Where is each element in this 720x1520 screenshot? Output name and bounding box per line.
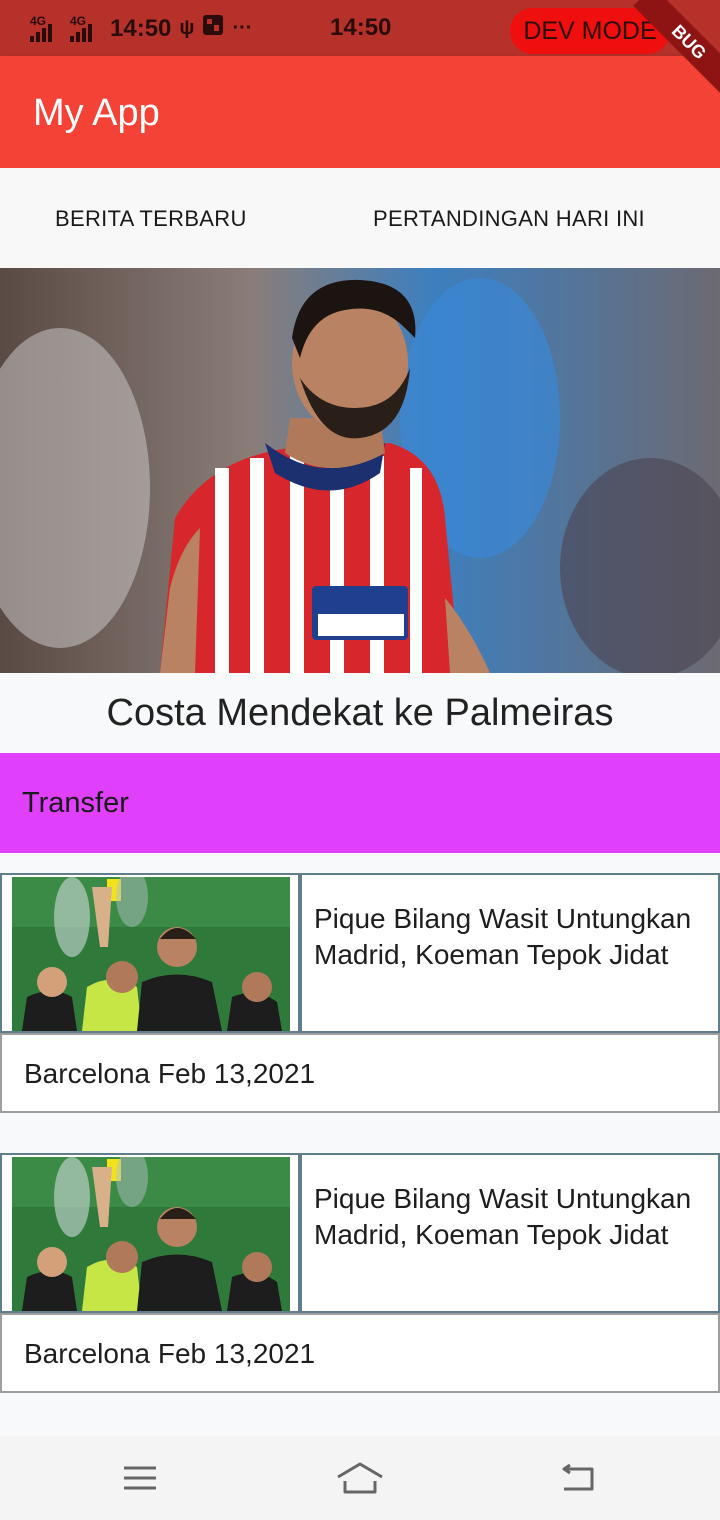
news-thumbnail-frame bbox=[0, 1153, 300, 1313]
tab-todays-matches[interactable]: PERTANDINGAN HARI INI bbox=[373, 206, 645, 232]
news-card[interactable]: Pique Bilang Wasit Untungkan Madrid, Koe… bbox=[0, 873, 720, 1113]
news-thumbnail bbox=[12, 877, 290, 1031]
signal-icon: 4G bbox=[30, 14, 62, 42]
news-thumbnail-frame bbox=[0, 873, 300, 1033]
news-thumbnail bbox=[12, 1157, 290, 1311]
tab-latest-news[interactable]: BERITA TERBARU bbox=[55, 206, 247, 232]
hero-headline[interactable]: Costa Mendekat ke Palmeiras bbox=[0, 673, 720, 753]
status-bar: 4G 4G 14:50 ψ ··· 14:50 DEV MODE bbox=[0, 0, 720, 56]
status-time: 14:50 bbox=[110, 14, 172, 42]
status-time-center: 14:50 bbox=[330, 14, 392, 41]
status-left-group: 4G 4G 14:50 ψ ··· bbox=[30, 14, 252, 43]
notification-icon bbox=[202, 14, 224, 43]
menu-icon[interactable] bbox=[110, 1458, 170, 1498]
news-card-header: Pique Bilang Wasit Untungkan Madrid, Koe… bbox=[0, 1153, 720, 1313]
signal-icon: 4G bbox=[70, 14, 102, 42]
tab-bar: BERITA TERBARU PERTANDINGAN HARI INI bbox=[0, 168, 720, 268]
news-meta: Barcelona Feb 13,2021 bbox=[24, 1058, 316, 1089]
app-title: My App bbox=[33, 92, 160, 134]
news-title-box: Pique Bilang Wasit Untungkan Madrid, Koe… bbox=[300, 1153, 720, 1313]
hero-image[interactable] bbox=[0, 268, 720, 673]
home-icon[interactable] bbox=[330, 1458, 390, 1498]
news-meta: Barcelona Feb 13,2021 bbox=[24, 1338, 316, 1369]
news-title[interactable]: Pique Bilang Wasit Untungkan Madrid, Koe… bbox=[314, 901, 709, 973]
system-nav-bar bbox=[0, 1436, 720, 1520]
news-card[interactable]: Pique Bilang Wasit Untungkan Madrid, Koe… bbox=[0, 1153, 720, 1393]
news-meta-box: Barcelona Feb 13,2021 bbox=[0, 1033, 720, 1113]
back-icon[interactable] bbox=[548, 1458, 608, 1498]
category-band: Transfer bbox=[0, 753, 720, 853]
news-meta-box: Barcelona Feb 13,2021 bbox=[0, 1313, 720, 1393]
news-title-box: Pique Bilang Wasit Untungkan Madrid, Koe… bbox=[300, 873, 720, 1033]
more-notifications-icon: ··· bbox=[232, 17, 253, 39]
app-bar: My App bbox=[0, 56, 720, 168]
category-label: Transfer bbox=[22, 787, 129, 819]
news-card-header: Pique Bilang Wasit Untungkan Madrid, Koe… bbox=[0, 873, 720, 1033]
news-title[interactable]: Pique Bilang Wasit Untungkan Madrid, Koe… bbox=[314, 1181, 709, 1253]
usb-icon: ψ bbox=[179, 17, 195, 39]
